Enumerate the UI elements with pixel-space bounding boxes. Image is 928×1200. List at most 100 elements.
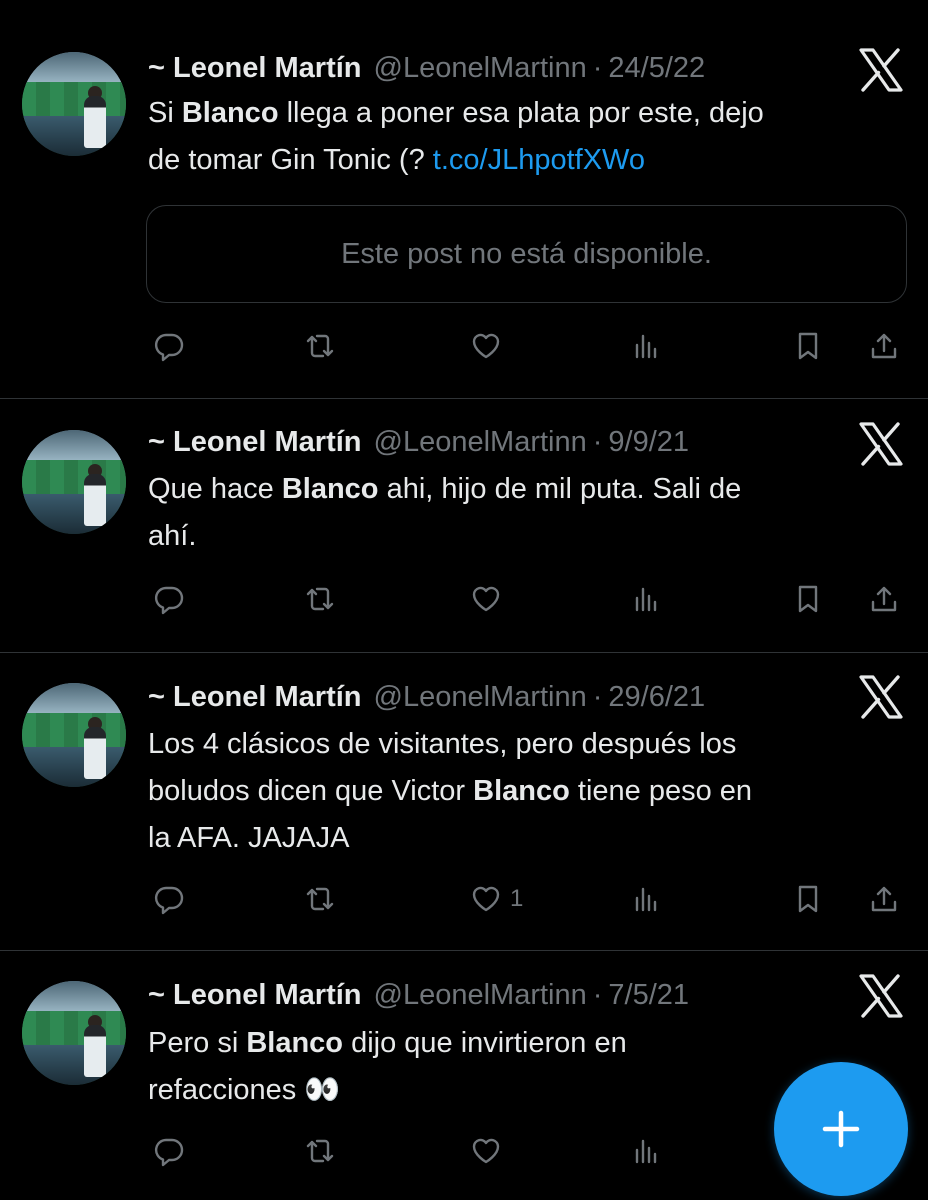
separator-dot: · — [592, 51, 603, 84]
like-count: 1 — [510, 885, 524, 912]
separator-dot: · — [592, 425, 603, 458]
tweet-text: Si Blanco llega a poner esa plata por es… — [148, 90, 908, 184]
x-logo-icon — [858, 422, 904, 466]
bookmark-icon — [798, 885, 818, 913]
tweet-date[interactable]: 7/5/21 — [608, 979, 689, 1012]
like-icon — [472, 333, 500, 359]
highlighted-term: Blanco — [281, 473, 379, 505]
reply-button[interactable] — [153, 324, 185, 368]
compose-button[interactable] — [774, 1062, 908, 1196]
unavailable-quote: Este post no está disponible. — [146, 205, 907, 303]
author-name[interactable]: ~ Leonel Martín — [148, 426, 362, 459]
share-icon — [871, 333, 897, 359]
reply-icon — [154, 586, 184, 615]
views-icon — [635, 887, 657, 912]
text-run: Los 4 clásicos de visitantes, pero despu… — [148, 728, 737, 760]
author-handle[interactable]: @LeonelMartinn — [374, 52, 587, 85]
author-handle[interactable]: @LeonelMartinn — [374, 979, 587, 1012]
like-button[interactable] — [470, 1129, 502, 1173]
repost-button[interactable] — [304, 324, 336, 368]
author-name[interactable]: ~ Leonel Martín — [148, 681, 362, 714]
tweet-date[interactable]: 9/9/21 — [608, 426, 689, 459]
text-line: ahí. — [148, 513, 908, 560]
share-icon — [871, 886, 897, 912]
bookmark-button[interactable] — [792, 577, 824, 621]
repost-icon — [306, 587, 334, 611]
text-run: de tomar Gin Tonic (? — [148, 144, 433, 176]
views-icon — [635, 587, 657, 612]
text-line: Los 4 clásicos de visitantes, pero despu… — [148, 721, 908, 768]
repost-icon — [306, 1139, 334, 1163]
repost-button[interactable] — [304, 1129, 336, 1173]
reply-button[interactable] — [153, 1129, 185, 1173]
text-run: ahí. — [148, 520, 197, 552]
tweet-date[interactable]: 24/5/22 — [608, 52, 705, 85]
tweet-header: ~ Leonel Martín @LeonelMartinn · 7/5/21 — [148, 975, 689, 1015]
share-button[interactable] — [868, 877, 900, 921]
author-name[interactable]: ~ Leonel Martín — [148, 979, 362, 1012]
tweet[interactable]: ~ Leonel Martín @LeonelMartinn · 24/5/22… — [0, 0, 928, 399]
tweet-text: Que hace Blanco ahi, hijo de mil puta. S… — [148, 466, 908, 560]
repost-button[interactable] — [304, 877, 336, 921]
text-line: Si Blanco llega a poner esa plata por es… — [148, 90, 908, 137]
like-icon — [472, 586, 500, 612]
avatar[interactable] — [22, 683, 126, 787]
bookmark-button[interactable] — [792, 877, 824, 921]
reply-button[interactable] — [153, 577, 185, 621]
avatar[interactable] — [22, 52, 126, 156]
highlighted-term: Blanco — [181, 97, 279, 129]
text-line: Que hace Blanco ahi, hijo de mil puta. S… — [148, 466, 908, 513]
share-button[interactable] — [868, 577, 900, 621]
like-button[interactable] — [470, 577, 502, 621]
text-line: de tomar Gin Tonic (? t.co/JLhpotfXWo — [148, 137, 908, 184]
author-handle[interactable]: @LeonelMartinn — [374, 681, 587, 714]
share-button[interactable] — [868, 324, 900, 368]
text-run: Que hace — [148, 473, 282, 505]
highlighted-term: Blanco — [473, 775, 570, 807]
author-name[interactable]: ~ Leonel Martín — [148, 52, 362, 85]
text-run: refacciones 👀 — [148, 1074, 341, 1106]
text-line: boludos dicen que Victor Blanco tiene pe… — [148, 768, 908, 815]
views-button[interactable] — [630, 1129, 662, 1173]
text-run: Si — [148, 97, 182, 129]
reply-icon — [154, 886, 184, 915]
plus-icon — [822, 1110, 860, 1148]
text-run: ahi, hijo de mil puta. Sali de — [378, 473, 742, 505]
repost-icon — [306, 334, 334, 358]
tweet-header: ~ Leonel Martín @LeonelMartinn · 9/9/21 — [148, 422, 689, 462]
bookmark-button[interactable] — [792, 324, 824, 368]
like-button[interactable] — [470, 324, 502, 368]
reply-button[interactable] — [153, 877, 185, 921]
tweet-text: Los 4 clásicos de visitantes, pero despu… — [148, 721, 908, 862]
text-line: Pero si Blanco dijo que invirtieron en — [148, 1020, 908, 1067]
like-icon — [472, 886, 500, 912]
text-run: llega a poner esa plata por este, dejo — [278, 97, 764, 129]
text-run: boludos dicen que Victor — [148, 775, 474, 807]
reply-icon — [154, 1138, 184, 1167]
views-icon — [635, 1139, 657, 1164]
author-handle[interactable]: @LeonelMartinn — [374, 426, 587, 459]
share-icon — [871, 586, 897, 612]
tweet[interactable]: ~ Leonel Martín @LeonelMartinn · 9/9/21 … — [0, 399, 928, 653]
repost-button[interactable] — [304, 577, 336, 621]
text-run: Pero si — [148, 1027, 247, 1059]
tweet-header: ~ Leonel Martín @LeonelMartinn · 29/6/21 — [148, 677, 705, 717]
views-button[interactable] — [630, 577, 662, 621]
text-run: dijo que invirtieron en — [343, 1027, 627, 1059]
text-run: tiene peso en — [569, 775, 753, 807]
x-logo-icon — [858, 974, 904, 1018]
like-icon — [472, 1138, 500, 1164]
views-icon — [635, 334, 657, 359]
text-run: la AFA. JAJAJA — [148, 822, 350, 854]
reply-icon — [154, 333, 184, 362]
avatar[interactable] — [22, 981, 126, 1085]
tweet-date[interactable]: 29/6/21 — [608, 681, 705, 714]
separator-dot: · — [592, 978, 603, 1011]
tweet[interactable]: ~ Leonel Martín @LeonelMartinn · 29/6/21… — [0, 653, 928, 951]
views-button[interactable] — [630, 324, 662, 368]
tweet-link[interactable]: t.co/JLhpotfXWo — [433, 144, 645, 176]
views-button[interactable] — [630, 877, 662, 921]
separator-dot: · — [592, 680, 603, 713]
avatar[interactable] — [22, 430, 126, 534]
like-button[interactable]: 1 — [470, 877, 523, 921]
